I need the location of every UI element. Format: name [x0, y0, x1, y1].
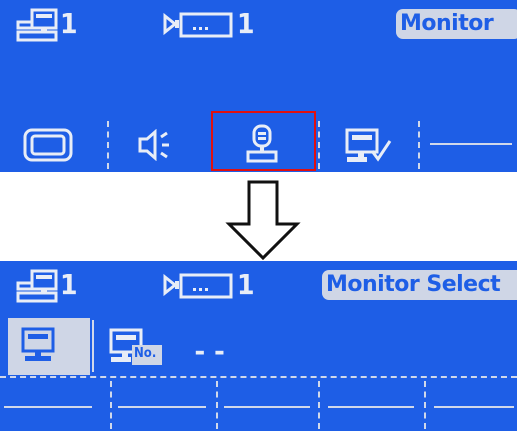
mode-badge: Monitor — [396, 9, 517, 39]
monitor-number-label: No. — [134, 346, 157, 361]
monitor-icon — [20, 326, 60, 364]
camera-icon — [163, 12, 235, 38]
toolbar-divider — [110, 381, 112, 429]
camera-count: 1 — [237, 268, 255, 301]
pc-count: 1 — [60, 7, 78, 40]
empty-slot[interactable] — [434, 406, 514, 408]
empty-slot[interactable] — [4, 406, 92, 408]
empty-slot[interactable] — [430, 143, 512, 145]
camera-icon — [163, 273, 235, 299]
status-header: 1 1 Monitor Select — [0, 261, 517, 309]
empty-slot[interactable] — [224, 406, 310, 408]
selected-monitor-tab[interactable] — [8, 318, 90, 375]
toolbar-divider — [418, 121, 420, 169]
screen-icon[interactable] — [22, 127, 74, 172]
row-divider — [92, 320, 94, 372]
monitor-number-icon: No. — [108, 327, 164, 367]
toolbar-divider — [107, 121, 109, 169]
toolbar-divider — [424, 381, 426, 429]
monitor-select-row: No. — [0, 318, 517, 375]
toolbar-divider — [216, 381, 218, 429]
speaker-icon[interactable] — [137, 129, 177, 172]
pc-icon — [16, 8, 60, 42]
selection-highlight — [211, 111, 316, 171]
monitor-check-icon[interactable] — [344, 127, 394, 172]
row-divider — [0, 376, 517, 378]
mode-badge: Monitor Select — [322, 270, 517, 300]
down-arrow-icon — [225, 180, 301, 264]
camera-count: 1 — [237, 7, 255, 40]
toolbar-divider — [318, 121, 320, 169]
monitor-screen-after: 1 1 Monitor Select No. -- — [0, 261, 517, 431]
monitor-number-value[interactable]: -- — [192, 337, 231, 367]
status-header: 1 1 Monitor — [0, 0, 517, 48]
pc-icon — [16, 269, 60, 303]
pc-count: 1 — [60, 268, 78, 301]
empty-slot[interactable] — [118, 406, 206, 408]
empty-slot[interactable] — [328, 406, 414, 408]
toolbar-divider — [318, 381, 320, 429]
